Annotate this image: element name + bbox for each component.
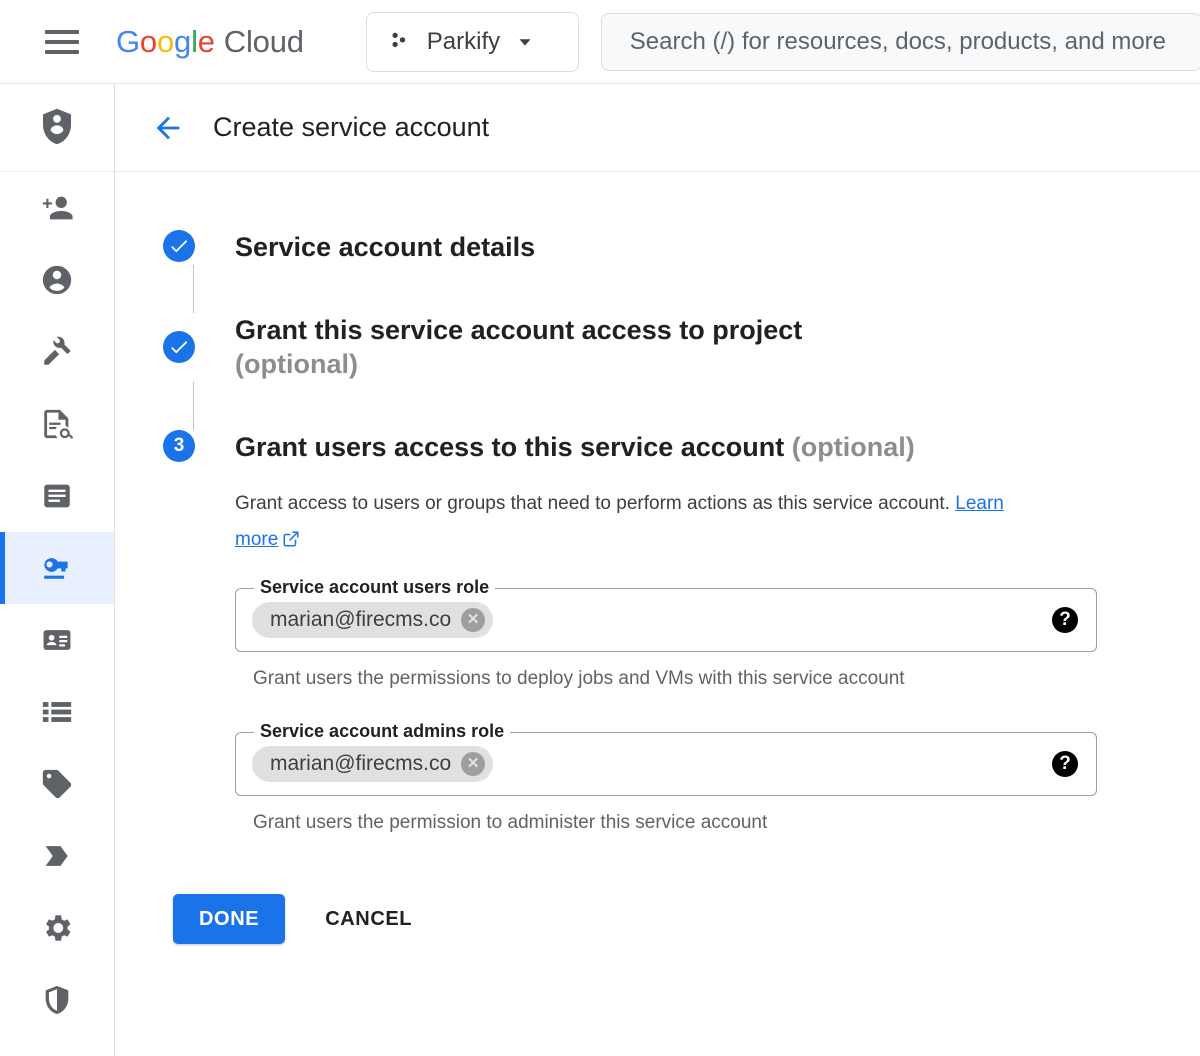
step-service-account-details[interactable]: Service account details (163, 230, 1200, 265)
person-add-icon (40, 191, 74, 225)
chevron-down-icon (514, 31, 536, 53)
step-2-title-text: Grant this service account access to pro… (235, 315, 802, 345)
chip-label: marian@firecms.co (270, 608, 451, 632)
account-circle-icon (40, 263, 74, 297)
tag-arrow-icon (40, 839, 74, 873)
sidebar-item-labels[interactable] (0, 748, 114, 820)
wrench-icon (40, 335, 74, 369)
field-label: Service account users role (254, 577, 495, 598)
hamburger-bar (45, 40, 79, 44)
connector-line (193, 382, 194, 430)
step-1-body: Service account details (235, 230, 535, 265)
sidebar-item-workforce-identity[interactable] (0, 676, 114, 748)
step-connector-2 (163, 382, 1200, 430)
field-label: Service account admins role (254, 721, 510, 742)
form-actions: DONE CANCEL (173, 894, 1200, 944)
project-picker-button[interactable]: Parkify (366, 12, 579, 72)
top-app-bar: Google Cloud Parkify Search (/) for reso… (0, 0, 1200, 84)
badge-icon (40, 623, 74, 657)
connector-line (193, 265, 194, 313)
service-account-admins-role-group: Service account admins role marian@firec… (235, 732, 1097, 834)
article-icon (40, 479, 74, 513)
label-icon (40, 767, 74, 801)
help-filled-icon[interactable]: ? (1052, 607, 1078, 633)
step-3-marker: 3 (163, 430, 235, 835)
step-2-optional-label: (optional) (235, 349, 358, 379)
privacy-shield-icon (40, 983, 74, 1017)
service-account-users-role-input[interactable]: Service account users role marian@firecm… (235, 588, 1097, 652)
logo-letter-l: l (191, 24, 198, 60)
help-filled-icon[interactable]: ? (1052, 751, 1078, 777)
logo-letter-g2: g (174, 24, 191, 60)
cancel-circle-icon[interactable]: ✕ (461, 752, 485, 776)
hamburger-bar (45, 50, 79, 54)
step-3-title-text: Grant users access to this service accou… (235, 432, 784, 462)
search-placeholder: Search (/) for resources, docs, products… (630, 28, 1166, 56)
service-account-users-role-group: Service account users role marian@firecm… (235, 588, 1097, 690)
open-in-new-icon[interactable] (282, 530, 300, 548)
project-name: Parkify (427, 28, 500, 56)
list-icon (40, 695, 74, 729)
page-header: Create service account (115, 84, 1200, 172)
sidebar-item-add-principal[interactable] (0, 172, 114, 244)
field-hint: Grant users the permissions to deploy jo… (235, 668, 1097, 690)
step-number-badge: 3 (163, 430, 195, 462)
logo-word-cloud: Cloud (224, 24, 304, 60)
left-icon-rail (0, 84, 115, 1056)
sidebar-item-organization-policies[interactable] (0, 460, 114, 532)
step-1-title: Service account details (235, 230, 535, 265)
sidebar-item-service-accounts[interactable] (0, 532, 114, 604)
search-input[interactable]: Search (/) for resources, docs, products… (601, 13, 1200, 71)
step-grant-project-access[interactable]: Grant this service account access to pro… (163, 313, 1200, 382)
step-2-body: Grant this service account access to pro… (235, 313, 802, 382)
sidebar-item-policy-troubleshooter[interactable] (0, 316, 114, 388)
step-connector-1 (163, 265, 1200, 313)
sidebar-item-tags[interactable] (0, 820, 114, 892)
vpn-key-icon (40, 551, 74, 585)
step-2-marker (163, 313, 235, 382)
project-hexagons-icon (387, 29, 413, 55)
sidebar-item-workload-identity[interactable] (0, 604, 114, 676)
step-3-title: Grant users access to this service accou… (235, 430, 1097, 465)
sidebar-item-policy-analyzer[interactable] (0, 388, 114, 460)
chip-label: marian@firecms.co (270, 752, 451, 776)
hamburger-menu-icon[interactable] (38, 18, 86, 66)
field-hint: Grant users the permission to administer… (235, 812, 1097, 834)
page-title: Create service account (213, 112, 489, 143)
iam-shield-person-icon[interactable] (0, 84, 114, 172)
sidebar-item-privacy-security[interactable] (0, 964, 114, 1036)
user-chip[interactable]: marian@firecms.co ✕ (252, 602, 493, 638)
back-arrow-icon[interactable] (151, 111, 185, 145)
done-button[interactable]: DONE (173, 894, 285, 944)
cancel-button[interactable]: CANCEL (305, 894, 432, 944)
step-1-marker (163, 230, 235, 265)
logo-letter-o2: o (157, 24, 174, 60)
stepper-content: Service account details Grant this servi… (115, 172, 1200, 944)
logo-letter-e: e (198, 24, 215, 60)
service-account-admins-role-input[interactable]: Service account admins role marian@firec… (235, 732, 1097, 796)
step-3-description: Grant access to users or groups that nee… (235, 486, 1035, 558)
step-complete-check-icon (163, 331, 195, 363)
step-grant-users-access: 3 Grant users access to this service acc… (163, 430, 1200, 835)
google-cloud-logo[interactable]: Google Cloud (116, 24, 304, 60)
policy-analyzer-icon (40, 407, 74, 441)
user-chip[interactable]: marian@firecms.co ✕ (252, 746, 493, 782)
sidebar-item-identities[interactable] (0, 244, 114, 316)
cancel-circle-icon[interactable]: ✕ (461, 608, 485, 632)
logo-letter-o1: o (140, 24, 157, 60)
step-2-title: Grant this service account access to pro… (235, 313, 802, 382)
logo-letter-g: G (116, 24, 140, 60)
hamburger-bar (45, 30, 79, 34)
step-3-body: Grant users access to this service accou… (235, 430, 1097, 835)
step-complete-check-icon (163, 230, 195, 262)
sidebar-item-settings[interactable] (0, 892, 114, 964)
main-content: Create service account Service account d… (115, 84, 1200, 1056)
step-3-description-text: Grant access to users or groups that nee… (235, 493, 950, 514)
step-3-optional-label: (optional) (792, 432, 915, 462)
settings-gear-icon (40, 911, 74, 945)
